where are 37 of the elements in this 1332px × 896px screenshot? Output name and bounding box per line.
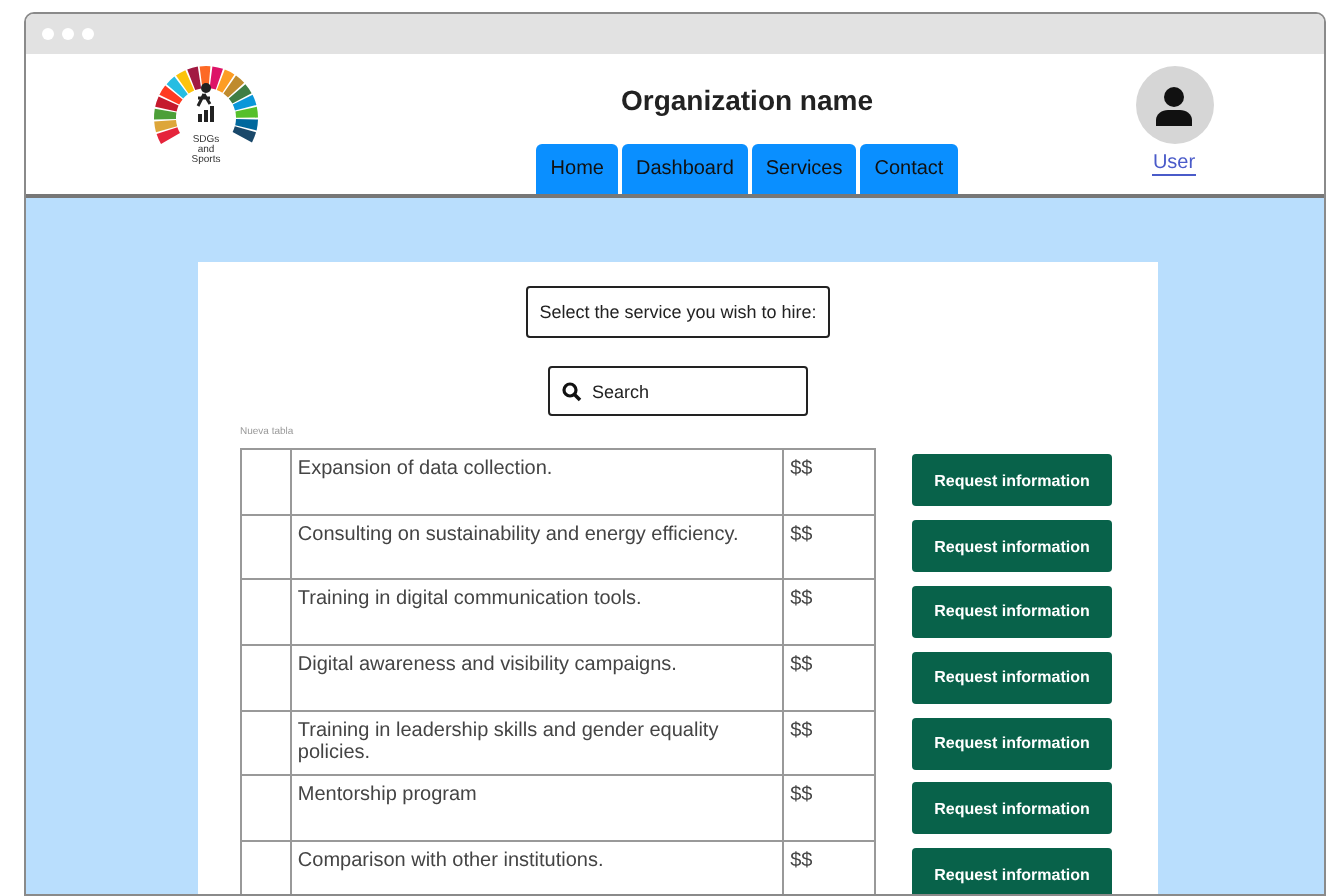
price-cell: $$ [783, 579, 875, 645]
search-icon [562, 382, 582, 402]
request-information-button[interactable]: Request information [912, 717, 1112, 770]
service-cell: Training in digital communication tools. [290, 579, 784, 645]
nav-tab[interactable]: Dashboard [621, 144, 748, 194]
price-cell: $$ [783, 775, 875, 841]
service-prompt: Select the service you wish to hire: [525, 286, 831, 338]
nav-tab[interactable]: Contact [860, 144, 958, 194]
nav-tab[interactable]: Home [536, 144, 618, 194]
service-cell: Digital awareness and visibility campaigns. [290, 644, 784, 711]
table-cell [241, 449, 291, 515]
table-cell [241, 579, 291, 645]
service-cell: Consulting on sustainability and energy efficiency. [290, 514, 784, 580]
price-cell: $$ [783, 644, 875, 711]
table-cell [241, 840, 291, 894]
nav-tab[interactable]: Services [751, 144, 857, 194]
request-information-button[interactable]: Request information [912, 782, 1112, 835]
request-information-button[interactable]: Request information [912, 520, 1112, 573]
service-cell: Training in leadership skills and gender equality policies. [290, 710, 784, 776]
logo-drawing [150, 64, 262, 144]
request-information-button[interactable]: Request information [912, 585, 1112, 638]
user-link[interactable]: User [1152, 152, 1196, 176]
request-information-button[interactable]: Request information [912, 454, 1112, 507]
service-cell: Expansion of data collection. [290, 449, 784, 515]
user-avatar-icon[interactable] [1135, 66, 1213, 144]
request-information-button[interactable]: Request information [912, 848, 1112, 894]
price-cell: $$ [783, 449, 875, 515]
table-cell [241, 644, 291, 711]
request-information-button[interactable]: Request information [912, 651, 1112, 704]
organization-name: Organization name [620, 84, 874, 116]
price-cell: $$ [783, 514, 875, 580]
search-field[interactable]: Search [548, 366, 808, 416]
service-cell: Mentorship program [290, 775, 784, 841]
table-cell [241, 514, 291, 580]
table-cell [241, 710, 291, 776]
price-cell: $$ [783, 710, 875, 776]
table-cell [241, 775, 291, 841]
